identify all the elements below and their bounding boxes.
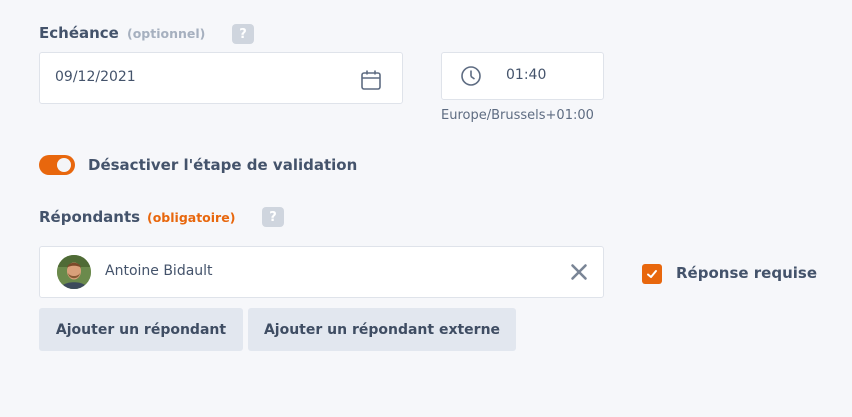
timezone-label: Europe/Brussels+01:00 xyxy=(441,108,594,123)
response-required-label[interactable]: Réponse requise xyxy=(676,264,817,282)
deadline-optional-hint: (optionnel) xyxy=(127,26,206,41)
close-icon[interactable] xyxy=(569,262,589,282)
date-field[interactable]: 09/12/2021 xyxy=(39,52,403,104)
add-respondent-button[interactable]: Ajouter un répondant xyxy=(39,308,243,351)
add-external-respondent-button[interactable]: Ajouter un répondant externe xyxy=(248,308,516,351)
response-required-checkbox[interactable] xyxy=(642,264,662,284)
respondents-help-icon[interactable]: ? xyxy=(262,207,284,227)
validation-toggle-label[interactable]: Désactiver l'étape de validation xyxy=(88,156,357,174)
respondent-name: Antoine Bidault xyxy=(105,263,213,279)
calendar-icon[interactable] xyxy=(360,69,382,91)
clock-icon xyxy=(460,65,482,87)
respondents-label: Répondants xyxy=(39,208,141,226)
checkmark-icon xyxy=(646,265,658,284)
time-value[interactable]: 01:40 xyxy=(506,67,546,83)
date-value[interactable]: 09/12/2021 xyxy=(55,69,136,85)
validation-toggle[interactable] xyxy=(39,155,75,175)
respondents-required-hint: (obligatoire) xyxy=(147,210,236,225)
avatar xyxy=(57,255,91,289)
deadline-help-icon[interactable]: ? xyxy=(232,24,254,44)
time-field[interactable]: 01:40 xyxy=(441,52,604,100)
toggle-knob xyxy=(57,158,71,172)
deadline-label: Echéance xyxy=(39,24,119,42)
respondent-select[interactable]: Antoine Bidault xyxy=(39,246,604,298)
